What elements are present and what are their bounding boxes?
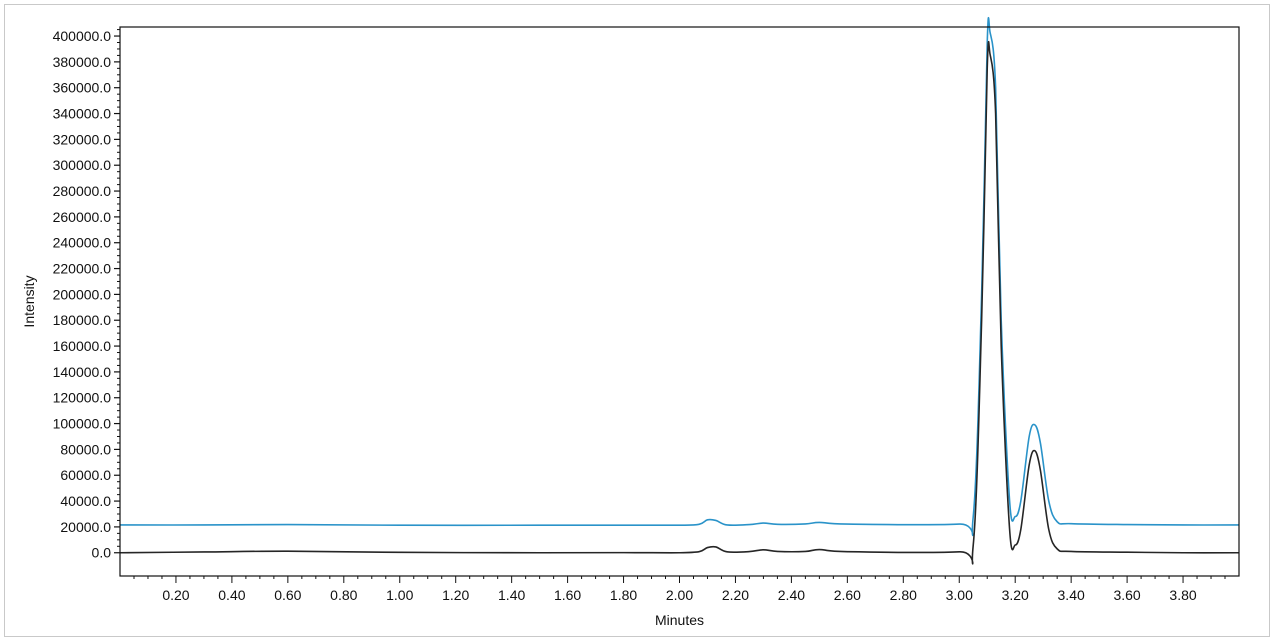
x-tick-label: 2.20 <box>722 587 749 603</box>
y-tick-label: 160000.0 <box>53 338 112 354</box>
series-2-line <box>119 40 1240 565</box>
y-axis: 0.0 20000.0 40000.0 60000.0 80000.0 100000.0 1… <box>53 28 120 561</box>
plot-area <box>119 26 1240 577</box>
y-tick-label: 340000.0 <box>53 106 112 122</box>
x-tick-label: 2.60 <box>834 587 861 603</box>
y-tick-label: 0.0 <box>92 545 112 561</box>
x-tick-label: 1.80 <box>610 587 637 603</box>
y-tick-label: 220000.0 <box>53 261 112 277</box>
x-tick-label: 0.80 <box>330 587 357 603</box>
y-tick-label: 140000.0 <box>53 364 112 380</box>
x-tick-label: 1.20 <box>442 587 469 603</box>
x-tick-label: 1.00 <box>386 587 413 603</box>
x-axis: 0.20 0.40 0.60 0.80 1.00 1.20 1.40 1.60 1.80 2.00… <box>133 576 1226 603</box>
x-tick-label: 1.40 <box>498 587 525 603</box>
y-tick-label: 120000.0 <box>53 390 112 406</box>
y-tick-label: 320000.0 <box>53 131 112 147</box>
y-tick-label: 240000.0 <box>53 235 112 251</box>
x-tick-label: 2.00 <box>666 587 693 603</box>
y-tick-label: 60000.0 <box>60 467 111 483</box>
chromatogram-chart: 0.0 20000.0 40000.0 60000.0 80000.0 100000.0 1… <box>21 16 1240 628</box>
x-tick-label: 3.00 <box>946 587 973 603</box>
x-axis-title: Minutes <box>655 612 704 628</box>
y-tick-label: 300000.0 <box>53 157 112 173</box>
x-tick-label: 1.60 <box>554 587 581 603</box>
x-tick-label: 0.60 <box>274 587 301 603</box>
y-tick-label: 40000.0 <box>60 493 111 509</box>
y-tick-label: 100000.0 <box>53 416 112 432</box>
y-tick-label: 200000.0 <box>53 286 112 302</box>
y-tick-label: 400000.0 <box>53 28 112 44</box>
series-1-line <box>119 16 1240 537</box>
x-tick-label: 0.20 <box>162 587 189 603</box>
x-tick-label: 2.40 <box>778 587 805 603</box>
x-tick-label: 3.60 <box>1113 587 1140 603</box>
y-axis-title: Intensity <box>21 275 37 327</box>
y-tick-label: 280000.0 <box>53 183 112 199</box>
y-tick-label: 20000.0 <box>60 519 111 535</box>
y-tick-label: 260000.0 <box>53 209 112 225</box>
x-tick-label: 2.80 <box>890 587 917 603</box>
y-tick-label: 360000.0 <box>53 80 112 96</box>
x-tick-label: 3.40 <box>1058 587 1085 603</box>
x-tick-label: 3.20 <box>1002 587 1029 603</box>
y-tick-label: 80000.0 <box>60 441 111 457</box>
y-tick-label: 180000.0 <box>53 312 112 328</box>
y-tick-label: 380000.0 <box>53 54 112 70</box>
x-tick-label: 3.80 <box>1169 587 1196 603</box>
series-layer <box>119 16 1240 565</box>
x-tick-label: 0.40 <box>218 587 245 603</box>
